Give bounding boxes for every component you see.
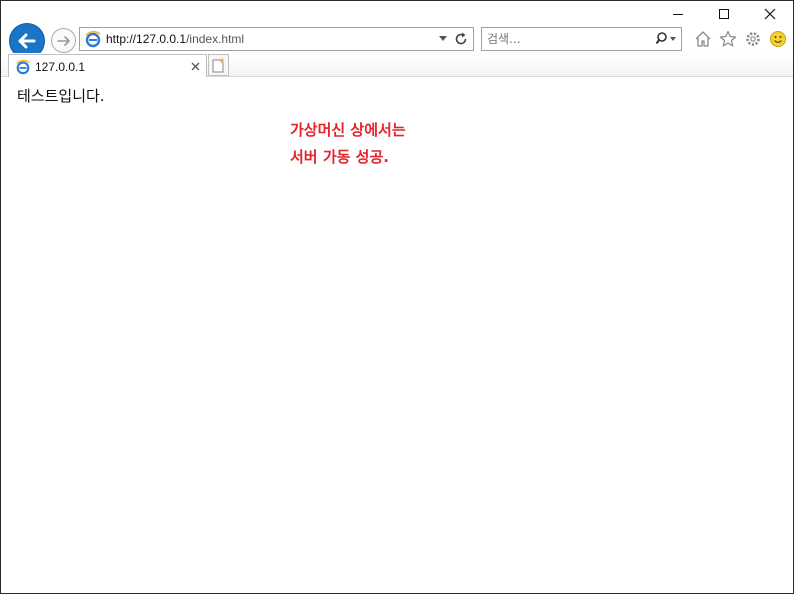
ie-logo-icon — [85, 30, 101, 48]
address-dropdown-button[interactable] — [437, 32, 449, 46]
server-message: 가상머신 상에서는 서버 가동 성공. — [290, 117, 406, 171]
forward-button[interactable] — [51, 28, 76, 53]
new-tab-icon — [212, 57, 225, 73]
maximize-icon — [719, 9, 729, 19]
forward-arrow-icon — [56, 35, 70, 46]
navigation-bar: http://127.0.0.1/index.html — [1, 23, 793, 59]
tab-close-button[interactable] — [188, 60, 202, 74]
new-tab-button[interactable] — [208, 54, 229, 76]
message-line-1: 가상머신 상에서는 — [290, 121, 406, 139]
chevron-down-icon — [439, 36, 447, 41]
address-host: http://127.0.0.1 — [106, 32, 187, 46]
search-box[interactable] — [481, 27, 682, 51]
gear-icon — [746, 32, 760, 46]
tab-127-0-0-1[interactable]: 127.0.0.1 — [8, 54, 207, 78]
back-arrow-icon — [18, 33, 36, 49]
home-button[interactable] — [693, 29, 713, 49]
ie-logo-icon — [16, 59, 30, 74]
close-icon — [764, 8, 776, 20]
search-icon — [656, 32, 676, 45]
page-text: 테스트입니다. — [17, 87, 105, 105]
message-line-2: 서버 가동 성공. — [290, 148, 389, 166]
minimize-icon — [673, 13, 683, 15]
tools-button[interactable] — [743, 29, 763, 49]
star-icon — [719, 30, 737, 47]
feedback-button[interactable] — [768, 29, 788, 49]
tab-label: 127.0.0.1 — [35, 59, 86, 74]
close-icon — [191, 62, 199, 71]
browser-window: http://127.0.0.1/index.html 검색... 127.0.… — [0, 0, 794, 594]
search-button[interactable] — [653, 29, 681, 49]
toolbar-icons — [693, 27, 788, 51]
favorites-button[interactable] — [718, 29, 738, 49]
smiley-icon — [770, 31, 786, 47]
search-input[interactable] — [487, 29, 653, 49]
address-url[interactable]: http://127.0.0.1/index.html — [106, 32, 437, 46]
page-content: 테스트입니다. 가상머신 상에서는 서버 가동 성공. — [7, 77, 793, 593]
home-icon — [695, 31, 711, 47]
address-path: /index.html — [186, 32, 245, 46]
refresh-icon[interactable] — [453, 31, 469, 47]
tab-bar: 127.0.0.1 — [1, 53, 793, 78]
address-bar[interactable]: http://127.0.0.1/index.html — [79, 27, 474, 51]
